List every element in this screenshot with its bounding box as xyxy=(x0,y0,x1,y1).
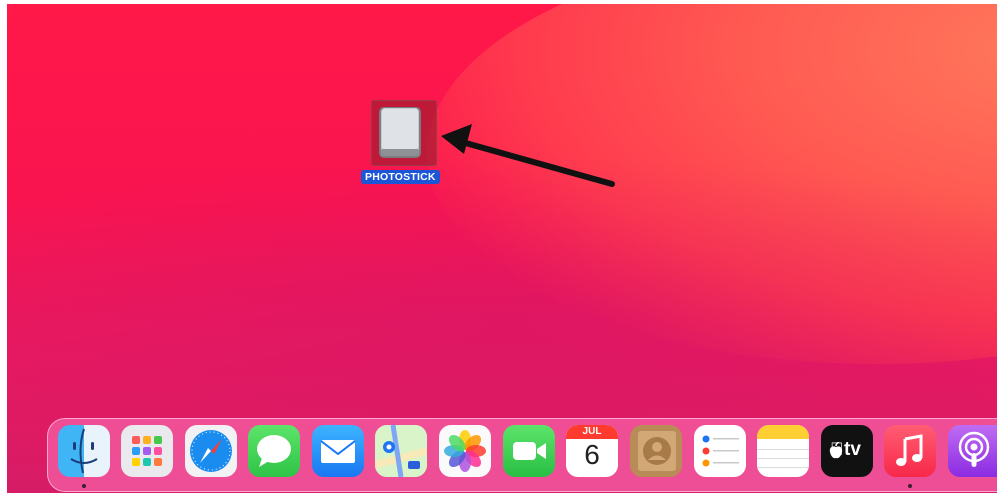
photos-app-icon[interactable] xyxy=(439,425,491,477)
contacts-app-icon[interactable] xyxy=(630,425,682,477)
running-indicator xyxy=(908,484,912,488)
maps-app-icon[interactable] xyxy=(375,425,427,477)
finder-app-icon[interactable] xyxy=(58,425,110,477)
podcast-icon xyxy=(958,431,990,467)
envelope-icon xyxy=(320,440,356,463)
music-app-icon[interactable] xyxy=(884,425,936,477)
person-icon xyxy=(638,431,676,471)
reminders-app-icon[interactable] xyxy=(694,425,746,477)
apple-logo-icon xyxy=(829,442,843,459)
external-drive-icon xyxy=(379,107,421,158)
grid-icon xyxy=(132,436,162,466)
mail-app-icon[interactable] xyxy=(312,425,364,477)
speech-bubble-icon xyxy=(257,435,291,467)
compass-icon xyxy=(190,430,232,472)
launchpad-app-icon[interactable] xyxy=(121,425,173,477)
notes-app-icon[interactable] xyxy=(757,425,809,477)
calendar-app-icon[interactable]: JUL 6 xyxy=(566,425,618,477)
checklist-icon xyxy=(702,435,739,467)
map-icon xyxy=(375,425,427,477)
podcasts-app-icon[interactable] xyxy=(948,425,997,477)
finder-face-icon xyxy=(70,428,98,474)
calendar-day: 6 xyxy=(584,439,600,470)
photostick-drive[interactable]: PHOTOSTICK xyxy=(361,98,446,190)
running-indicator xyxy=(82,484,86,488)
messages-app-icon[interactable] xyxy=(248,425,300,477)
flower-icon xyxy=(444,430,486,472)
notepad-icon xyxy=(757,425,809,468)
drive-label[interactable]: PHOTOSTICK xyxy=(361,170,440,184)
video-camera-icon xyxy=(513,442,546,460)
tv-app-icon[interactable]:  tv xyxy=(821,425,873,477)
safari-app-icon[interactable] xyxy=(185,425,237,477)
tv-label: tv xyxy=(844,439,861,460)
facetime-app-icon[interactable] xyxy=(503,425,555,477)
music-note-icon xyxy=(896,434,923,466)
calendar-month: JUL xyxy=(582,426,602,437)
